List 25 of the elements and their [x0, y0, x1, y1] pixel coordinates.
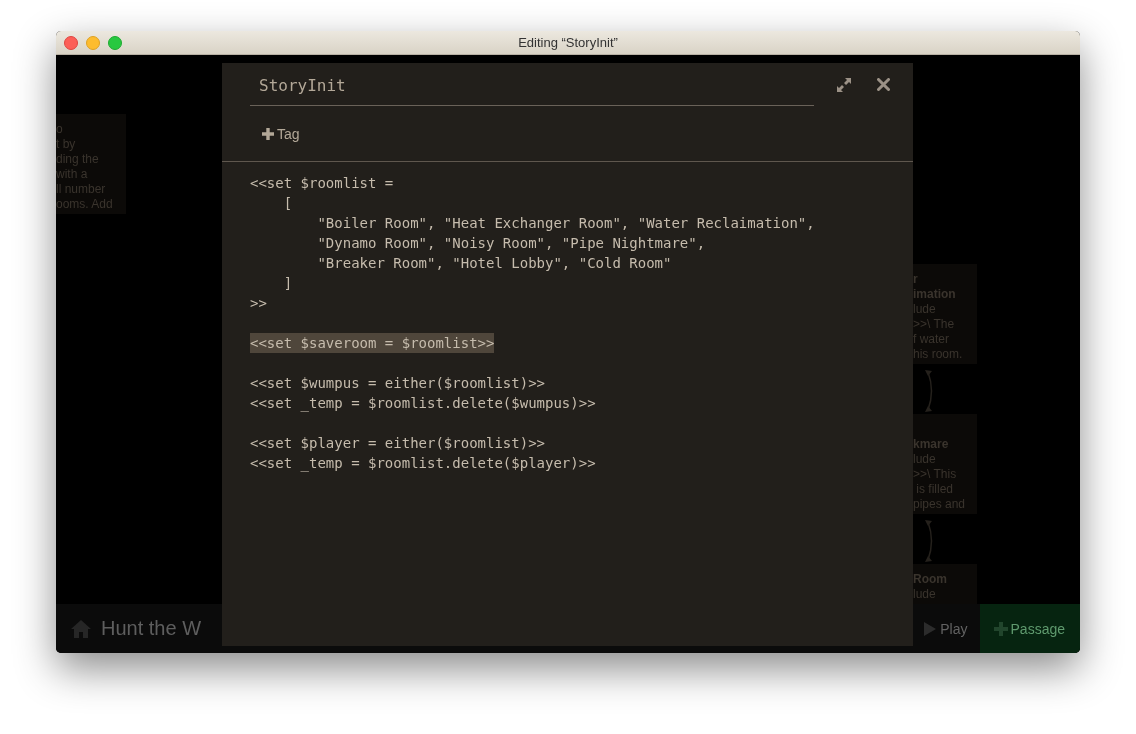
- code-line: ]: [282, 274, 293, 293]
- expand-icon[interactable]: [836, 76, 852, 93]
- code-line: <<set $roomlist =: [250, 174, 394, 193]
- close-window-button[interactable]: [64, 35, 78, 50]
- code-line: <<set $wumpus = either($roomlist)>>: [250, 374, 545, 393]
- zoom-window-button[interactable]: [108, 35, 122, 50]
- new-passage-button[interactable]: Passage: [979, 604, 1080, 653]
- window-title: Editing “StoryInit”: [518, 35, 618, 50]
- code-line: [: [282, 194, 293, 213]
- plus-icon: [262, 127, 274, 140]
- passage-name-field[interactable]: StoryInit: [250, 63, 814, 106]
- code-line: >>: [250, 294, 267, 313]
- minimize-window-button[interactable]: [86, 35, 100, 50]
- code-line: "Dynamo Room", "Noisy Room", "Pipe Nightmare",: [316, 234, 706, 253]
- play-button[interactable]: Play: [911, 604, 980, 653]
- code-line: <<set $player = either($roomlist)>>: [250, 434, 545, 453]
- story-title: Hunt the W: [101, 617, 202, 640]
- code-line: "Breaker Room", "Hotel Lobby", "Cold Room": [316, 254, 672, 273]
- code-line: "Boiler Room", "Heat Exchanger Room", "Water Reclaimation",: [316, 214, 815, 233]
- plus-icon: [993, 621, 1008, 636]
- code-line: <<set _temp = $roomlist.delete($player)>>: [250, 454, 596, 473]
- play-icon: [923, 620, 938, 637]
- code-line: <<set _temp = $roomlist.delete($wumpus)>>: [250, 394, 596, 413]
- add-tag-button[interactable]: Tag: [262, 125, 300, 142]
- close-icon[interactable]: [877, 78, 890, 91]
